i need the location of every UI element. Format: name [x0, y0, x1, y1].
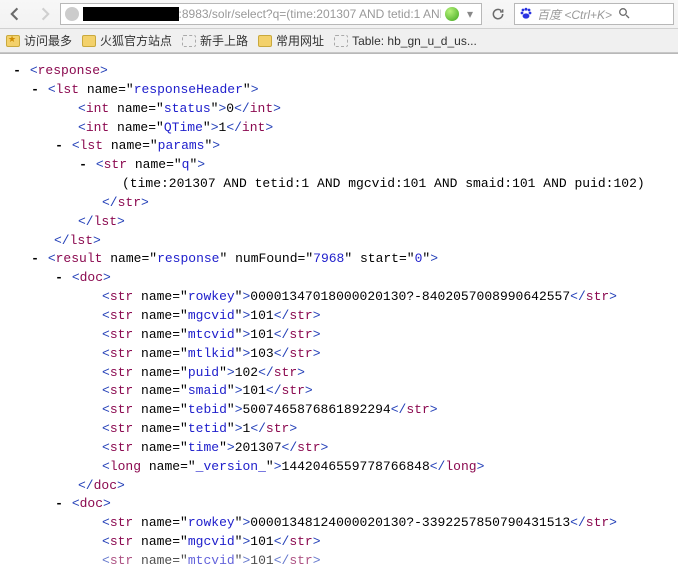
- search-placeholder: 百度 <Ctrl+K>: [537, 6, 612, 23]
- collapse-icon[interactable]: -: [54, 269, 64, 288]
- xml-node: <str name="rowkey">00001348124000020130?…: [4, 514, 674, 533]
- bookmark-table[interactable]: Table: hb_gn_u_d_us...: [334, 34, 477, 48]
- folder-star-icon: [6, 35, 20, 47]
- bookmark-getting-started[interactable]: 新手上路: [182, 32, 248, 49]
- xml-node: <str name="puid">102</str>: [4, 364, 674, 383]
- folder-icon: [258, 35, 272, 47]
- collapse-icon[interactable]: -: [54, 495, 64, 514]
- baidu-icon: [519, 7, 533, 21]
- xml-node: <str name="mtcvid">101</str>: [4, 552, 674, 571]
- xml-node: <str name="tetid">1</str>: [4, 420, 674, 439]
- page-icon: [334, 35, 348, 47]
- collapse-icon[interactable]: -: [54, 137, 64, 156]
- url-input[interactable]: ███████████:8983/solr/select?q=(time:201…: [60, 3, 482, 25]
- search-icon[interactable]: [616, 7, 632, 22]
- collapse-icon[interactable]: -: [30, 81, 40, 100]
- url-text: ███████████:8983/solr/select?q=(time:201…: [83, 7, 441, 21]
- bookmark-most-visited[interactable]: 访问最多: [6, 32, 72, 49]
- xml-node: <int name="status">0</int>: [4, 100, 674, 119]
- xml-node: <str name="mtcvid">101</str>: [4, 326, 674, 345]
- forward-button[interactable]: [32, 3, 56, 25]
- bookmarks-toolbar: 访问最多 火狐官方站点 新手上路 常用网址 Table: hb_gn_u_d_u…: [0, 29, 678, 53]
- bookmark-common[interactable]: 常用网址: [258, 32, 324, 49]
- xml-node: <str name="tebid">5007465876861892294</s…: [4, 401, 674, 420]
- xml-node: <str name="mgcvid">101</str>: [4, 307, 674, 326]
- reload-button[interactable]: [486, 3, 510, 25]
- folder-icon: [82, 35, 96, 47]
- xml-text: (time:201307 AND tetid:1 AND mgcvid:101 …: [4, 175, 674, 194]
- xml-node: <str name="time">201307</str>: [4, 439, 674, 458]
- bookmark-firefox[interactable]: 火狐官方站点: [82, 32, 172, 49]
- go-icon[interactable]: [445, 7, 459, 21]
- xml-node: <str name="smaid">101</str>: [4, 382, 674, 401]
- address-bar: ███████████:8983/solr/select?q=(time:201…: [0, 0, 678, 29]
- xml-node: <str name="mgcvid">101</str>: [4, 533, 674, 552]
- collapse-icon[interactable]: -: [30, 250, 40, 269]
- url-dropdown-icon[interactable]: ▾: [463, 7, 477, 21]
- collapse-icon[interactable]: -: [78, 156, 88, 175]
- page-icon: [182, 35, 196, 47]
- collapse-icon[interactable]: -: [12, 62, 22, 81]
- search-input[interactable]: 百度 <Ctrl+K>: [514, 3, 674, 25]
- xml-node: <str name="mtlkid">103</str>: [4, 345, 674, 364]
- xml-viewer: - <response> - <lst name="responseHeader…: [0, 54, 678, 571]
- xml-node: <int name="QTime">1</int>: [4, 119, 674, 138]
- back-button[interactable]: [4, 3, 28, 25]
- xml-node: <long name="_version_">14420465597787668…: [4, 458, 674, 477]
- site-icon: [65, 7, 79, 21]
- xml-node: <str name="rowkey">00001347018000020130?…: [4, 288, 674, 307]
